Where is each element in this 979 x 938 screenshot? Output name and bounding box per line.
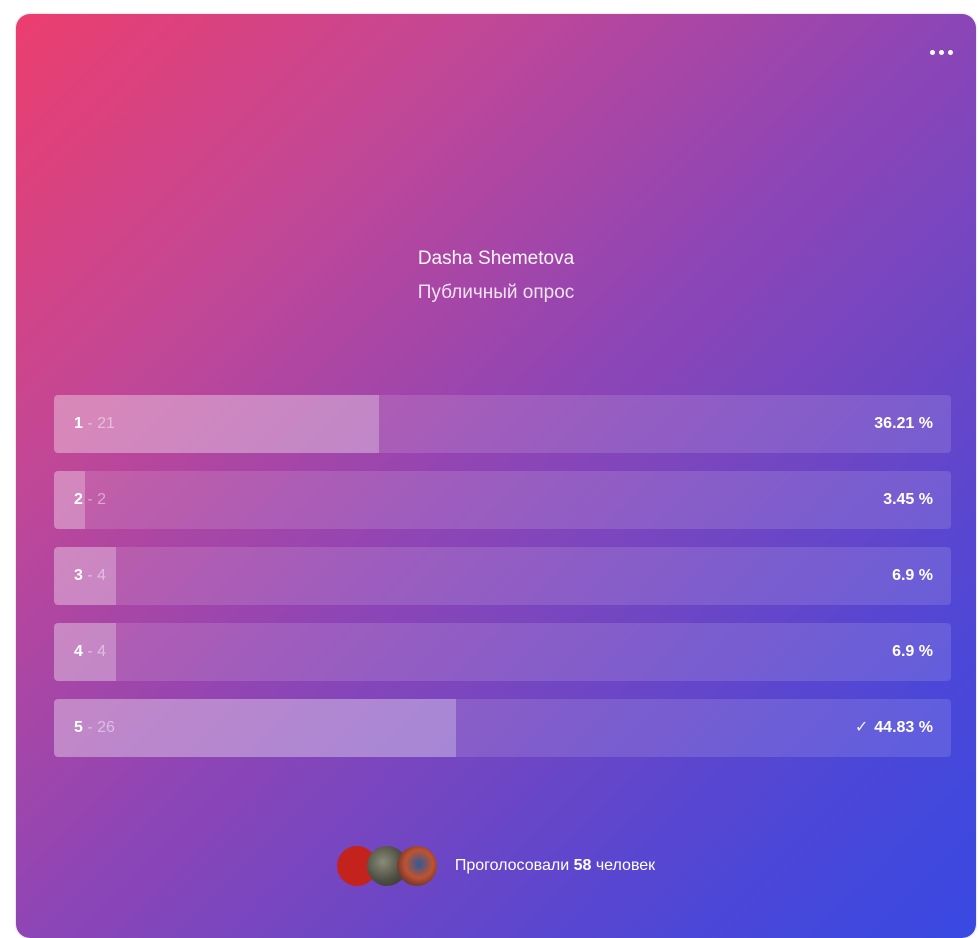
more-dots-icon-dot [938,49,944,55]
poll-header: Dasha Shemetova Публичный опрос [16,242,976,310]
voters-footer[interactable]: Проголосовали 58 человек [16,846,976,886]
option-percent: 6.9 % [892,547,933,605]
option-label: 5 - 26 [74,699,115,757]
option-separator: - [82,567,98,584]
option-percent-value: 44.83 % [874,719,933,736]
option-vote-count: 26 [97,719,115,736]
poll-option[interactable]: 4 - 4 6.9 % [54,623,951,681]
option-percent: 3.45 % [883,471,933,529]
option-percent-value: 6.9 % [892,643,933,660]
poll-option[interactable]: 2 - 2 3.45 % [54,471,951,529]
option-separator: - [82,719,98,736]
poll-option[interactable]: 3 - 4 6.9 % [54,547,951,605]
option-percent-value: 6.9 % [892,567,933,584]
more-options-button[interactable] [924,42,958,62]
poll-card: Dasha Shemetova Публичный опрос 1 - 21 3… [16,14,976,938]
option-separator: - [82,491,98,508]
voted-prefix: Проголосовали [454,857,570,874]
option-name: 5 [74,719,83,736]
option-label: 3 - 4 [74,547,106,605]
option-name: 3 [74,567,83,584]
option-vote-count: 2 [97,491,107,508]
option-percent: ✓ 44.83 % [855,699,933,757]
avatar[interactable] [396,846,437,886]
option-label: 4 - 4 [74,623,106,681]
option-percent-value: 36.21 % [874,415,933,432]
option-name: 4 [74,643,83,660]
option-label: 2 - 2 [74,471,106,529]
more-dots-icon [929,49,935,55]
option-vote-count: 4 [97,643,107,660]
voted-suffix: человек [595,857,656,874]
voter-avatars[interactable] [336,846,437,886]
poll-type: Публичный опрос [417,282,575,303]
option-percent: 36.21 % [874,395,933,453]
option-vote-count: 21 [97,415,115,432]
option-label: 1 - 21 [74,395,115,453]
option-percent: 6.9 % [892,623,933,681]
poll-option[interactable]: 1 - 21 36.21 % [54,395,951,453]
poll-option[interactable]: 5 - 26 ✓ 44.83 % [54,699,951,757]
option-separator: - [82,643,98,660]
poll-author[interactable]: Dasha Shemetova [16,242,976,276]
more-dots-icon-dot [947,49,953,55]
voted-count: 58 [573,857,592,874]
option-vote-count: 4 [97,567,107,584]
option-name: 2 [74,491,83,508]
voted-count-text[interactable]: Проголосовали 58 человек [455,857,655,875]
checkmark-icon: ✓ [854,719,869,736]
option-name: 1 [74,415,83,432]
poll-options: 1 - 21 36.21 % 2 - 2 3.45 % 3 - 4 6.9 % … [54,395,951,775]
option-percent-value: 3.45 % [883,491,933,508]
option-separator: - [82,415,98,432]
